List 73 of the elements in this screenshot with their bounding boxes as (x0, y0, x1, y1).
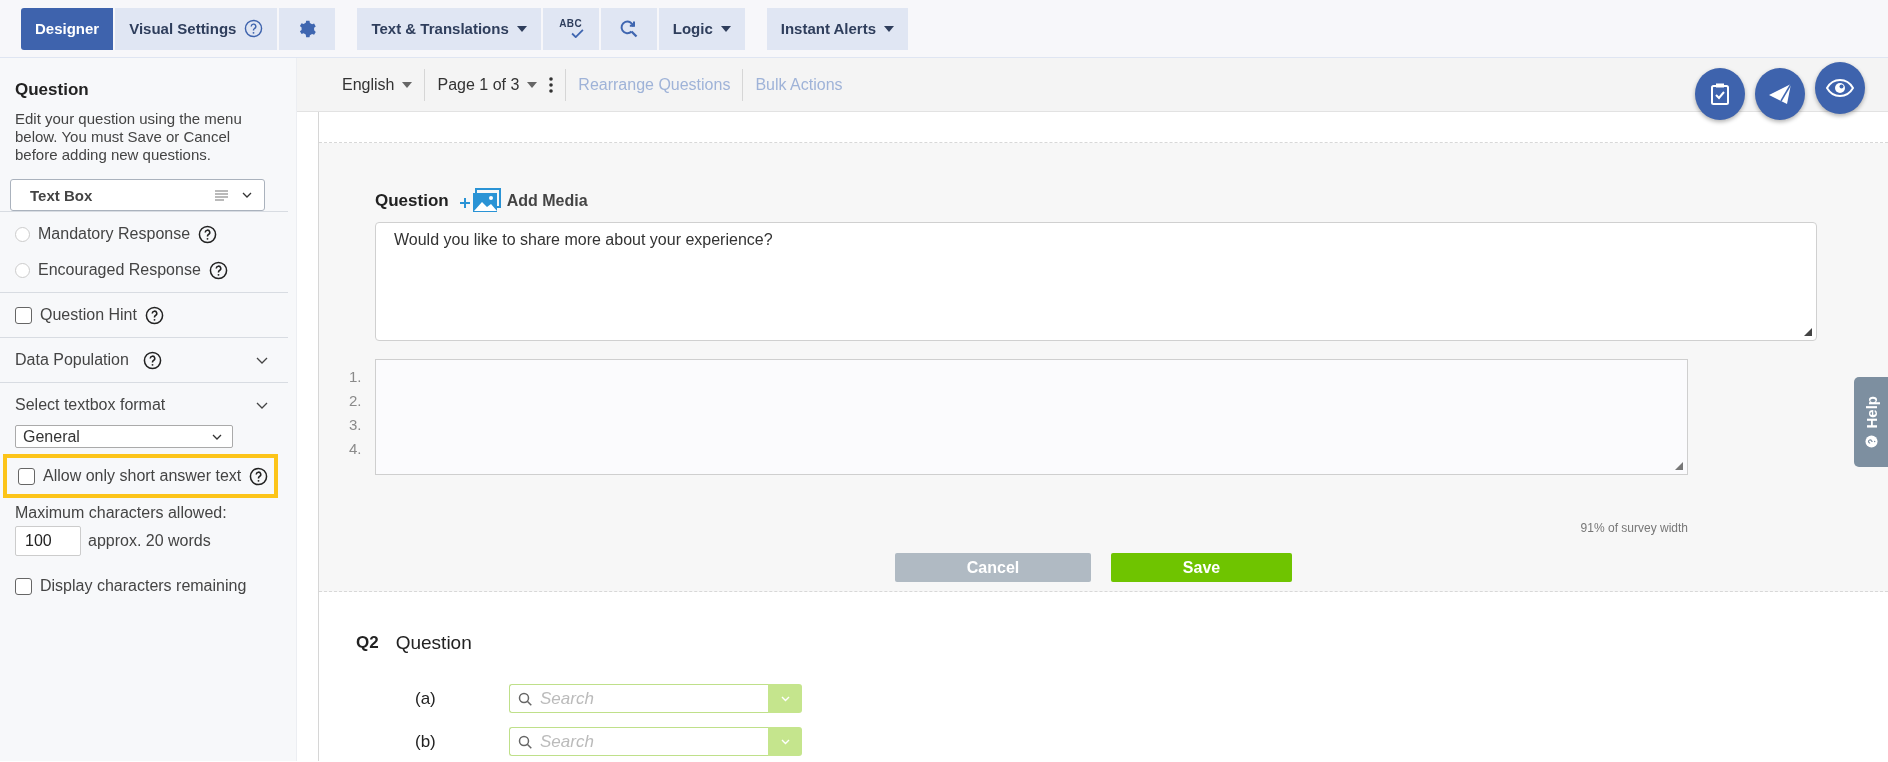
caret-icon (720, 25, 731, 32)
add-image-icon[interactable] (458, 188, 503, 214)
spellcheck-button[interactable]: ABC (542, 7, 599, 50)
option-label: Allow only short answer text (43, 467, 242, 485)
checkbox[interactable] (15, 306, 32, 324)
question-number: Q2 (356, 633, 379, 653)
section-label[interactable]: Select textbox format (15, 396, 166, 414)
option-label: Mandatory Response (38, 225, 191, 243)
paper-plane-icon (1768, 83, 1792, 105)
line-number: 4. (349, 439, 362, 459)
caret-icon (884, 25, 895, 32)
designer-tab[interactable]: Visual Settings (115, 7, 278, 50)
question-label: Question (375, 191, 449, 211)
radio-button[interactable] (15, 262, 30, 278)
check-icon (571, 29, 585, 38)
add-media-link[interactable]: Add Media (506, 192, 588, 210)
search-field[interactable]: Search (509, 684, 768, 713)
help-icon[interactable] (198, 224, 218, 244)
option-label: Question Hint (40, 306, 137, 324)
help-icon[interactable] (142, 350, 162, 370)
max-characters-field[interactable]: 100 (15, 526, 81, 556)
item-label: (b) (414, 731, 437, 752)
width-note: 91% of survey width (1579, 521, 1688, 535)
field-label: Maximum characters allowed: (15, 504, 228, 522)
help-icon[interactable] (208, 260, 228, 280)
lines-icon (215, 189, 228, 201)
panel-title: Question (15, 80, 90, 100)
line-number: 3. (349, 415, 362, 435)
chevron-icon (780, 738, 790, 745)
caret-icon (527, 81, 538, 88)
language-dropdown[interactable]: English (342, 75, 413, 94)
page-dropdown[interactable]: Page 1 of 3 (437, 75, 538, 94)
checkbox[interactable] (18, 467, 35, 485)
help-icon[interactable] (144, 305, 164, 325)
question-title: Question (395, 632, 472, 654)
option-label: Display characters remaining (40, 577, 247, 595)
find-replace-button[interactable] (600, 7, 657, 50)
help-icon[interactable] (249, 466, 269, 486)
resize-handle-icon[interactable] (1804, 328, 1812, 336)
chevron-icon (242, 192, 252, 198)
search-field[interactable]: Search (509, 727, 768, 756)
dropdown-button[interactable]: Logic (658, 7, 745, 50)
question-type-select[interactable]: Text Box (10, 179, 265, 211)
panel-description: Edit your question using the menu below. You must Save or Cancel before adding new questions. (15, 110, 243, 164)
option-label: Encouraged Response (38, 261, 201, 279)
radio-button[interactable] (15, 226, 30, 242)
caret-icon (516, 25, 527, 32)
question-text-field[interactable]: Would you like to share more about your experience? (375, 222, 1817, 341)
dropdown-button[interactable]: Text & Translations (357, 7, 541, 50)
hint-text: approx. 20 words (88, 532, 211, 550)
eye-icon (1826, 79, 1854, 97)
checkbox[interactable] (15, 577, 32, 595)
settings-button[interactable] (279, 7, 336, 50)
dropdown-button[interactable]: Instant Alerts (766, 7, 909, 50)
search-icon (518, 692, 532, 706)
refresh-search-icon (618, 18, 639, 39)
resize-handle-icon[interactable] (1675, 462, 1683, 470)
line-number: 2. (349, 391, 362, 411)
settings-icon (297, 18, 318, 39)
chevron-icon (780, 695, 790, 702)
chevron-icon[interactable] (256, 401, 268, 409)
section-label[interactable]: Data Population (15, 351, 129, 369)
line-number: 1. (349, 367, 362, 387)
more-icon[interactable] (549, 76, 554, 93)
search-icon (518, 735, 532, 749)
designer-tab[interactable]: Designer (21, 7, 114, 50)
chevron-icon[interactable] (256, 356, 268, 364)
chevron-icon (212, 433, 222, 440)
help-icon (1864, 434, 1878, 448)
item-label: (a) (414, 688, 437, 709)
format-select[interactable]: General (15, 425, 233, 448)
caret-icon (402, 81, 413, 88)
clipboard-check-icon (1710, 82, 1730, 106)
